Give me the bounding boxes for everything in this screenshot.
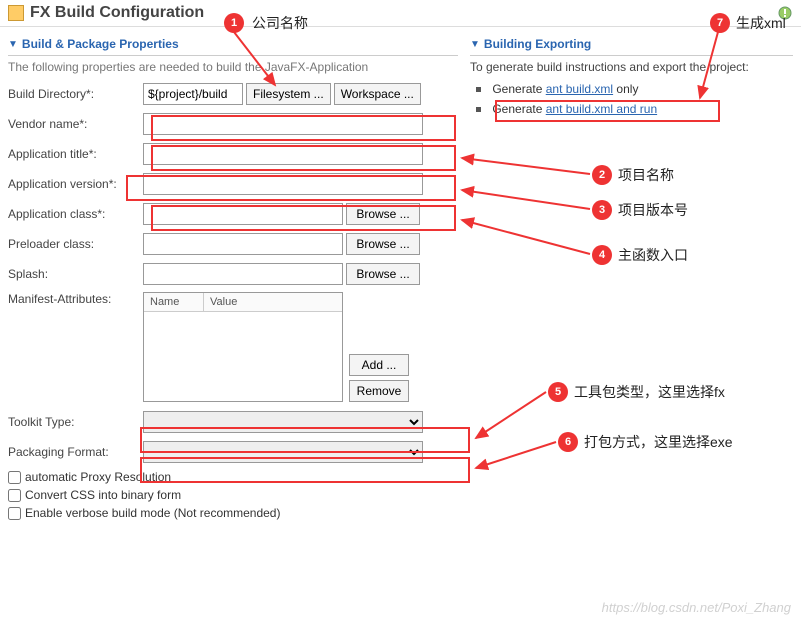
app-icon (8, 5, 24, 21)
bullet-icon (476, 87, 481, 92)
app-class-label: Application class*: (8, 207, 143, 221)
ant-build-run-link[interactable]: ant build.xml and run (546, 102, 657, 116)
bullet-icon (476, 107, 481, 112)
app-version-input[interactable] (143, 173, 423, 195)
callout-2: 2 (592, 165, 612, 185)
gen-prefix: Generate (492, 102, 545, 116)
toolkit-label: Toolkit Type: (8, 415, 143, 429)
css-label: Convert CSS into binary form (25, 488, 181, 502)
callout-3: 3 (592, 200, 612, 220)
build-dir-label: Build Directory*: (8, 87, 143, 101)
css-checkbox[interactable] (8, 489, 21, 502)
watermark: https://blog.csdn.net/Poxi_Zhang (602, 600, 791, 615)
add-button[interactable]: Add ... (349, 354, 409, 376)
section-title: Build & Package Properties (22, 37, 179, 51)
callout-6: 6 (558, 432, 578, 452)
proxy-label: automatic Proxy Resolution (25, 470, 171, 484)
browse-preloader-button[interactable]: Browse ... (346, 233, 420, 255)
section-desc: The following properties are needed to b… (8, 60, 458, 74)
remove-button[interactable]: Remove (349, 380, 409, 402)
filesystem-button[interactable]: Filesystem ... (246, 83, 331, 105)
page-title: FX Build Configuration (30, 4, 204, 22)
exporting-section-header[interactable]: ▼ Building Exporting (470, 33, 793, 56)
ant-build-only-link[interactable]: ant build.xml (546, 82, 613, 96)
verbose-checkbox[interactable] (8, 507, 21, 520)
verbose-label: Enable verbose build mode (Not recommend… (25, 506, 280, 520)
generate-run-row: Generate ant build.xml and run (470, 102, 793, 116)
proxy-checkbox[interactable] (8, 471, 21, 484)
callout-3-label: 项目版本号 (618, 200, 688, 220)
splash-label: Splash: (8, 267, 143, 281)
callout-5-label: 工具包类型，这里选择fx (574, 382, 725, 402)
header-bar: FX Build Configuration (0, 0, 801, 27)
callout-4-label: 主函数入口 (618, 245, 688, 265)
callout-1: 1 (224, 13, 244, 33)
preloader-input[interactable] (143, 233, 343, 255)
browse-class-button[interactable]: Browse ... (346, 203, 420, 225)
splash-input[interactable] (143, 263, 343, 285)
build-dir-input[interactable] (143, 83, 243, 105)
packaging-label: Packaging Format: (8, 445, 143, 459)
vendor-input[interactable] (143, 113, 423, 135)
callout-1-label: 公司名称 (252, 13, 308, 33)
build-section-header[interactable]: ▼ Build & Package Properties (8, 33, 458, 56)
left-column: ▼ Build & Package Properties The followi… (8, 33, 458, 520)
col-name: Name (144, 293, 204, 311)
browse-splash-button[interactable]: Browse ... (346, 263, 420, 285)
vendor-label: Vendor name*: (8, 117, 143, 131)
packaging-select[interactable] (143, 441, 423, 463)
app-version-label: Application version*: (8, 177, 143, 191)
manifest-table[interactable]: Name Value (143, 292, 343, 402)
app-title-label: Application title*: (8, 147, 143, 161)
gen-suffix: only (613, 82, 638, 96)
right-desc: To generate build instructions and expor… (470, 60, 793, 74)
callout-2-label: 项目名称 (618, 165, 674, 185)
collapse-arrow-icon: ▼ (470, 39, 480, 50)
callout-6-label: 打包方式，这里选择exe (584, 432, 733, 452)
preloader-label: Preloader class: (8, 237, 143, 251)
toolkit-select[interactable] (143, 411, 423, 433)
app-class-input[interactable] (143, 203, 343, 225)
section-title: Building Exporting (484, 37, 591, 51)
manifest-label: Manifest-Attributes: (8, 292, 143, 306)
collapse-arrow-icon: ▼ (8, 39, 18, 50)
workspace-button[interactable]: Workspace ... (334, 83, 421, 105)
generate-only-row: Generate ant build.xml only (470, 82, 793, 96)
callout-7: 7 (710, 13, 730, 33)
col-value: Value (204, 293, 243, 311)
gen-prefix: Generate (492, 82, 545, 96)
callout-7-label: 生成xml (736, 13, 786, 33)
callout-4: 4 (592, 245, 612, 265)
callout-5: 5 (548, 382, 568, 402)
app-title-input[interactable] (143, 143, 423, 165)
